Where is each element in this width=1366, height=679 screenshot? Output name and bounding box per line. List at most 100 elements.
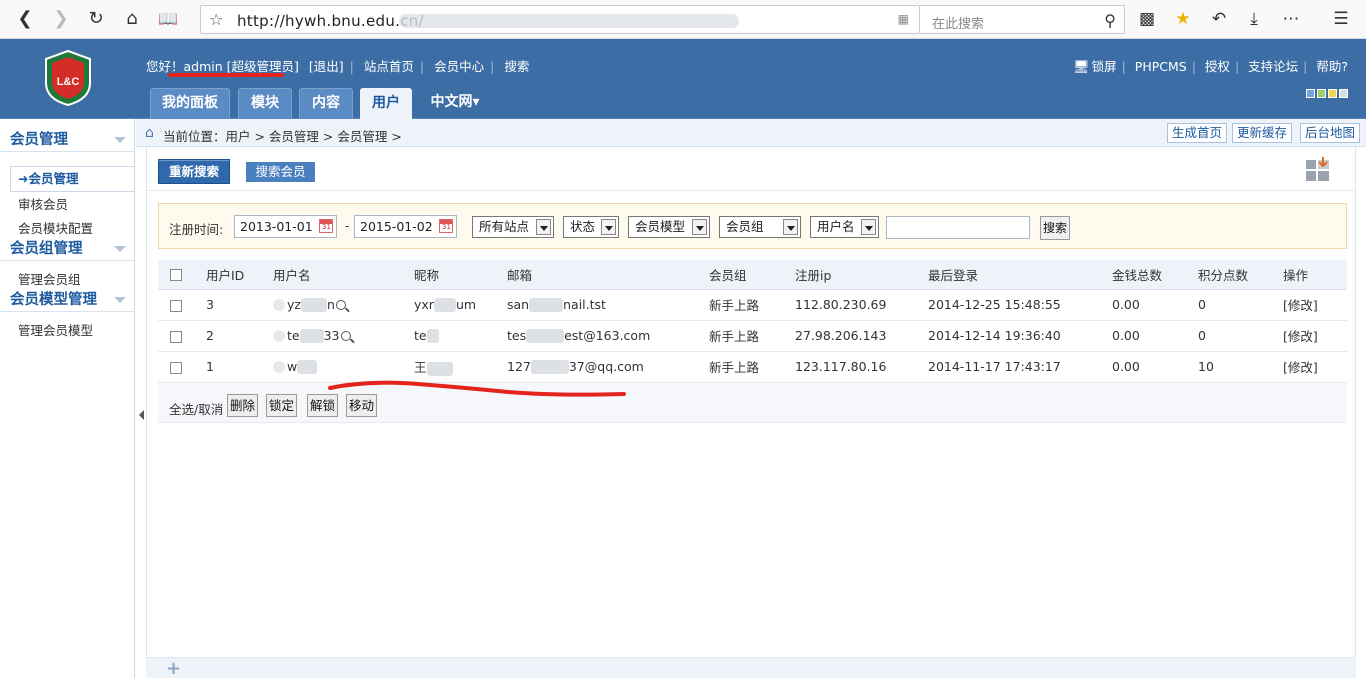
dropdown-arrow-icon [783,219,798,235]
reload-icon[interactable]: ↻ [85,8,107,30]
search-icon[interactable]: ⚲ [1104,11,1116,30]
svg-text:L&C: L&C [57,76,80,88]
date-to-input[interactable]: 2015-01-02 [354,215,457,238]
forum-link[interactable]: 支持论坛 [1248,59,1298,74]
home-icon[interactable]: ⌂ [121,8,143,30]
update-cache-button[interactable]: 更新缓存 [1232,123,1293,143]
nickname-visible-start: 王 [414,360,427,375]
theme-swatch[interactable] [1328,89,1337,98]
theme-swatch[interactable] [1306,89,1315,98]
search-button[interactable]: 搜索 [1040,216,1070,240]
magnifier-icon[interactable] [335,299,346,310]
admin-header: L&C 您好！admin [超级管理员] [退出] | 站点首页 | 会员中心 | 搜… [0,39,1366,119]
col-reg-ip: 注册ip [795,260,928,290]
col-actions: 操作 [1283,260,1347,290]
select-all-checkbox[interactable] [170,269,182,282]
search-field-select[interactable]: 用户名 [810,216,879,238]
tab-modules[interactable]: 模块 [238,88,292,119]
edit-link[interactable]: [修改] [1283,320,1347,352]
red-annotation-underline [168,73,284,77]
breadcrumb: 当前位置：用户 > 会员管理 > 会员管理 > [163,129,402,144]
download-icon[interactable]: ⤓ [1243,9,1265,29]
filter-panel: 注册时间: 2013-01-01 - 2015-01-02 所有站点 状态 会员… [158,203,1347,249]
tab-chinese-site[interactable]: 中文网▾ [420,88,490,119]
more-icon[interactable]: ⋯ [1280,9,1302,29]
magnifier-icon[interactable] [340,330,351,341]
nickname-cell: yxr um [414,289,507,321]
caret-down-icon [114,246,126,252]
status-select[interactable]: 状态 [563,216,619,238]
sidebar-group-member-model-mgmt[interactable]: 会员模型管理 [0,288,134,312]
sidebar-item-review-members[interactable]: 审核会员 [0,193,134,217]
browser-search-input[interactable]: 在此搜索 ⚲ [920,5,1125,34]
redacted-blur [426,329,439,344]
sidebar-collapse-arrow-icon[interactable] [139,410,144,420]
sidebar-group-title: 会员组管理 [10,241,83,257]
tab-users[interactable]: 用户 [360,88,412,119]
theme-swatch[interactable] [1317,89,1326,98]
menu-icon[interactable]: ☰ [1330,9,1352,29]
member-center-link[interactable]: 会员中心 [434,59,484,74]
calendar-icon[interactable] [319,219,333,233]
pocket-icon[interactable]: ▩ [1136,9,1158,29]
back-icon[interactable]: ❮ [14,8,36,30]
dropdown-arrow-icon [601,219,616,235]
redacted-blur [529,298,564,313]
search-placeholder: 在此搜索 [932,17,985,32]
site-select[interactable]: 所有站点 [472,216,554,238]
member-group-select[interactable]: 会员组 [719,216,801,238]
generate-home-button[interactable]: 生成首页 [1167,123,1228,143]
breadcrumb-bar: ⌂ 当前位置：用户 > 会员管理 > 会员管理 > 生成首页 更新缓存 后台地图 [136,119,1366,147]
undo-icon[interactable]: ↶ [1208,9,1230,29]
nickname-cell: te [414,320,507,352]
row-checkbox[interactable] [170,361,182,374]
theme-swatch[interactable] [1339,89,1348,98]
delete-button[interactable]: 删除 [227,394,258,417]
url-text: http://hywh.bnu.edu.cn/ [237,12,424,30]
dropdown-arrow-icon [861,219,876,235]
search-members-button[interactable]: 搜索会员 [246,162,315,182]
address-bar[interactable]: ☆ http://hywh.bnu.edu.cn/ ▦ [200,5,920,34]
expand-plus-icon[interactable]: + [166,660,181,678]
sidebar: 会员管理 ➜会员管理 审核会员 会员模块配置 会员组管理 管理会员组 会员模型管… [0,119,135,678]
layout-toggle-icon[interactable] [1305,157,1333,183]
search-field-select-value: 用户名 [817,219,855,234]
sidebar-item-member-mgmt[interactable]: ➜会员管理 [10,166,134,192]
row-checkbox[interactable] [170,299,182,312]
phpcms-link[interactable]: PHPCMS [1135,59,1187,74]
search-link[interactable]: 搜索 [504,59,529,74]
row-checkbox[interactable] [170,330,182,343]
sidebar-group-member-group-mgmt[interactable]: 会员组管理 [0,237,134,261]
edit-link[interactable]: [修改] [1283,289,1347,321]
sidebar-item-manage-member-models[interactable]: 管理会员模型 [0,319,134,343]
email-cell: tes est@163.com [507,320,709,352]
sidebar-group-member-mgmt[interactable]: 会员管理 [0,128,134,152]
forward-icon[interactable]: ❯ [50,8,72,30]
bookmark-star-icon[interactable]: ★ [1172,9,1194,29]
qr-icon[interactable]: ▦ [898,12,909,26]
keyword-input[interactable] [886,216,1030,239]
star-outline-icon[interactable]: ☆ [209,10,223,29]
tab-content[interactable]: 内容 [299,88,353,119]
tab-my-panel[interactable]: 我的面板 [150,88,230,119]
calendar-icon[interactable] [439,219,453,233]
member-model-select[interactable]: 会员模型 [628,216,710,238]
license-link[interactable]: 授权 [1205,59,1230,74]
col-user-id: 用户ID [206,260,273,290]
date-from-input[interactable]: 2013-01-01 [234,215,337,238]
edit-link[interactable]: [修改] [1283,351,1347,383]
lock-button[interactable]: 锁定 [266,394,297,417]
nickname-visible-end: um [455,296,477,312]
site-home-link[interactable]: 站点首页 [364,59,414,74]
select-all-toggle[interactable]: 全选/取消 [169,399,223,418]
lock-screen-link[interactable]: 锁屏 [1092,59,1117,74]
reader-icon[interactable]: 📖 [157,8,179,30]
arrow-right-icon: ➜ [18,171,29,186]
col-nickname: 昵称 [414,260,507,290]
sitemap-button[interactable]: 后台地图 [1300,123,1361,143]
logout-link[interactable]: [退出] [309,59,344,74]
points: 0 [1198,289,1283,321]
re-search-button[interactable]: 重新搜索 [158,159,230,184]
help-link[interactable]: 帮助? [1316,59,1348,74]
user-id: 2 [206,320,273,352]
